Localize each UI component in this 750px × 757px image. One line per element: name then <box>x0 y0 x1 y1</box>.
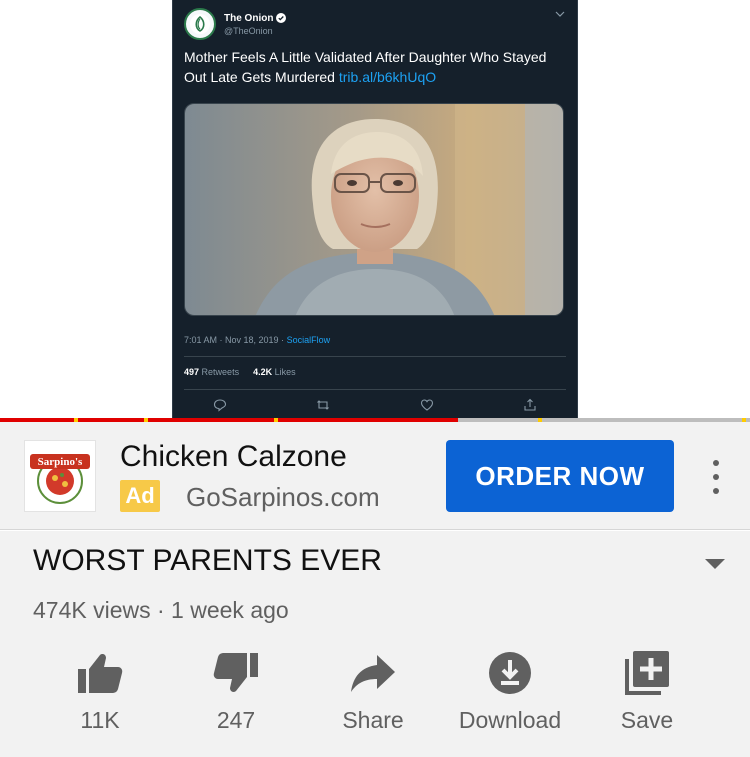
tweet-actions <box>213 398 537 412</box>
dislike-button[interactable]: 247 <box>166 649 306 734</box>
reply-icon <box>213 399 227 412</box>
youtube-watch-page: The Onion @TheOnion Mother Feels A Littl… <box>0 0 750 757</box>
more-options-icon[interactable] <box>704 460 728 494</box>
promoted-ad[interactable]: Sarpino's Chicken Calzone Ad GoSarpinos.… <box>0 422 750 530</box>
share-button[interactable]: Share <box>303 649 443 734</box>
retweets-label: Retweets <box>201 367 240 377</box>
tweet-share-icon <box>524 398 536 411</box>
save-button[interactable]: Save <box>577 649 717 734</box>
dislike-count: 247 <box>216 707 256 733</box>
likes-count: 4.2K <box>253 367 273 377</box>
tweet-screenshot: The Onion @TheOnion Mother Feels A Littl… <box>172 0 578 421</box>
onion-avatar-icon <box>184 8 216 40</box>
thumbs-up-icon <box>78 654 123 693</box>
like-count: 11K <box>80 707 120 733</box>
thumbs-down-icon <box>213 653 258 692</box>
sarpinos-logo-text: Sarpino's <box>38 456 83 468</box>
tweet-link: trib.al/b6khUqO <box>338 69 437 85</box>
tweet-text: Mother Feels A Little Validated After Da… <box>184 47 569 87</box>
share-icon <box>351 655 395 692</box>
order-now-button[interactable]: ORDER NOW <box>446 440 674 512</box>
verified-badge-icon <box>276 13 287 23</box>
expand-description-icon[interactable] <box>704 557 726 571</box>
ad-title[interactable]: Chicken Calzone <box>120 440 347 474</box>
retweet-icon <box>317 400 330 410</box>
ad-badge: Ad <box>120 480 160 512</box>
save-playlist-icon <box>625 651 669 695</box>
tweet-handle: @TheOnion <box>224 25 273 36</box>
retweets-count: 497 <box>184 367 200 377</box>
tweet-photo <box>184 103 564 316</box>
video-views-and-date: 474K views · 1 week ago <box>33 597 289 623</box>
tweet-time: 7:01 AM · Nov 18, 2019 · <box>184 335 287 345</box>
ad-domain[interactable]: GoSarpinos.com <box>186 482 380 513</box>
like-button[interactable]: 11K <box>30 649 170 734</box>
likes-label: Likes <box>274 367 296 377</box>
download-label: Download <box>458 707 562 733</box>
sarpinos-logo[interactable]: Sarpino's <box>24 440 96 512</box>
save-label: Save <box>620 707 674 733</box>
video-info: WORST PARENTS EVER 474K views · 1 week a… <box>0 531 750 757</box>
tweet-account-name: The Onion <box>224 12 274 24</box>
woman-portrait-image <box>185 104 563 315</box>
video-title[interactable]: WORST PARENTS EVER <box>33 544 382 578</box>
download-button[interactable]: Download <box>440 649 580 734</box>
share-label: Share <box>342 707 404 733</box>
divider <box>184 356 566 357</box>
chevron-down-icon <box>555 11 565 17</box>
tweet-stats: 497 Retweets 4.2K Likes <box>184 367 296 377</box>
tweet-timestamp: 7:01 AM · Nov 18, 2019 · SocialFlow <box>184 335 330 345</box>
tweet-via: SocialFlow <box>286 335 331 345</box>
video-actions-bar: 11K 247 Share Download Save <box>0 649 750 739</box>
download-icon <box>489 652 531 694</box>
video-player[interactable]: The Onion @TheOnion Mother Feels A Littl… <box>0 0 750 422</box>
divider <box>184 389 566 390</box>
tweet-header: The Onion @TheOnion <box>184 7 287 41</box>
like-icon <box>420 399 433 411</box>
sarpinos-logo-icon: Sarpino's <box>30 454 90 504</box>
